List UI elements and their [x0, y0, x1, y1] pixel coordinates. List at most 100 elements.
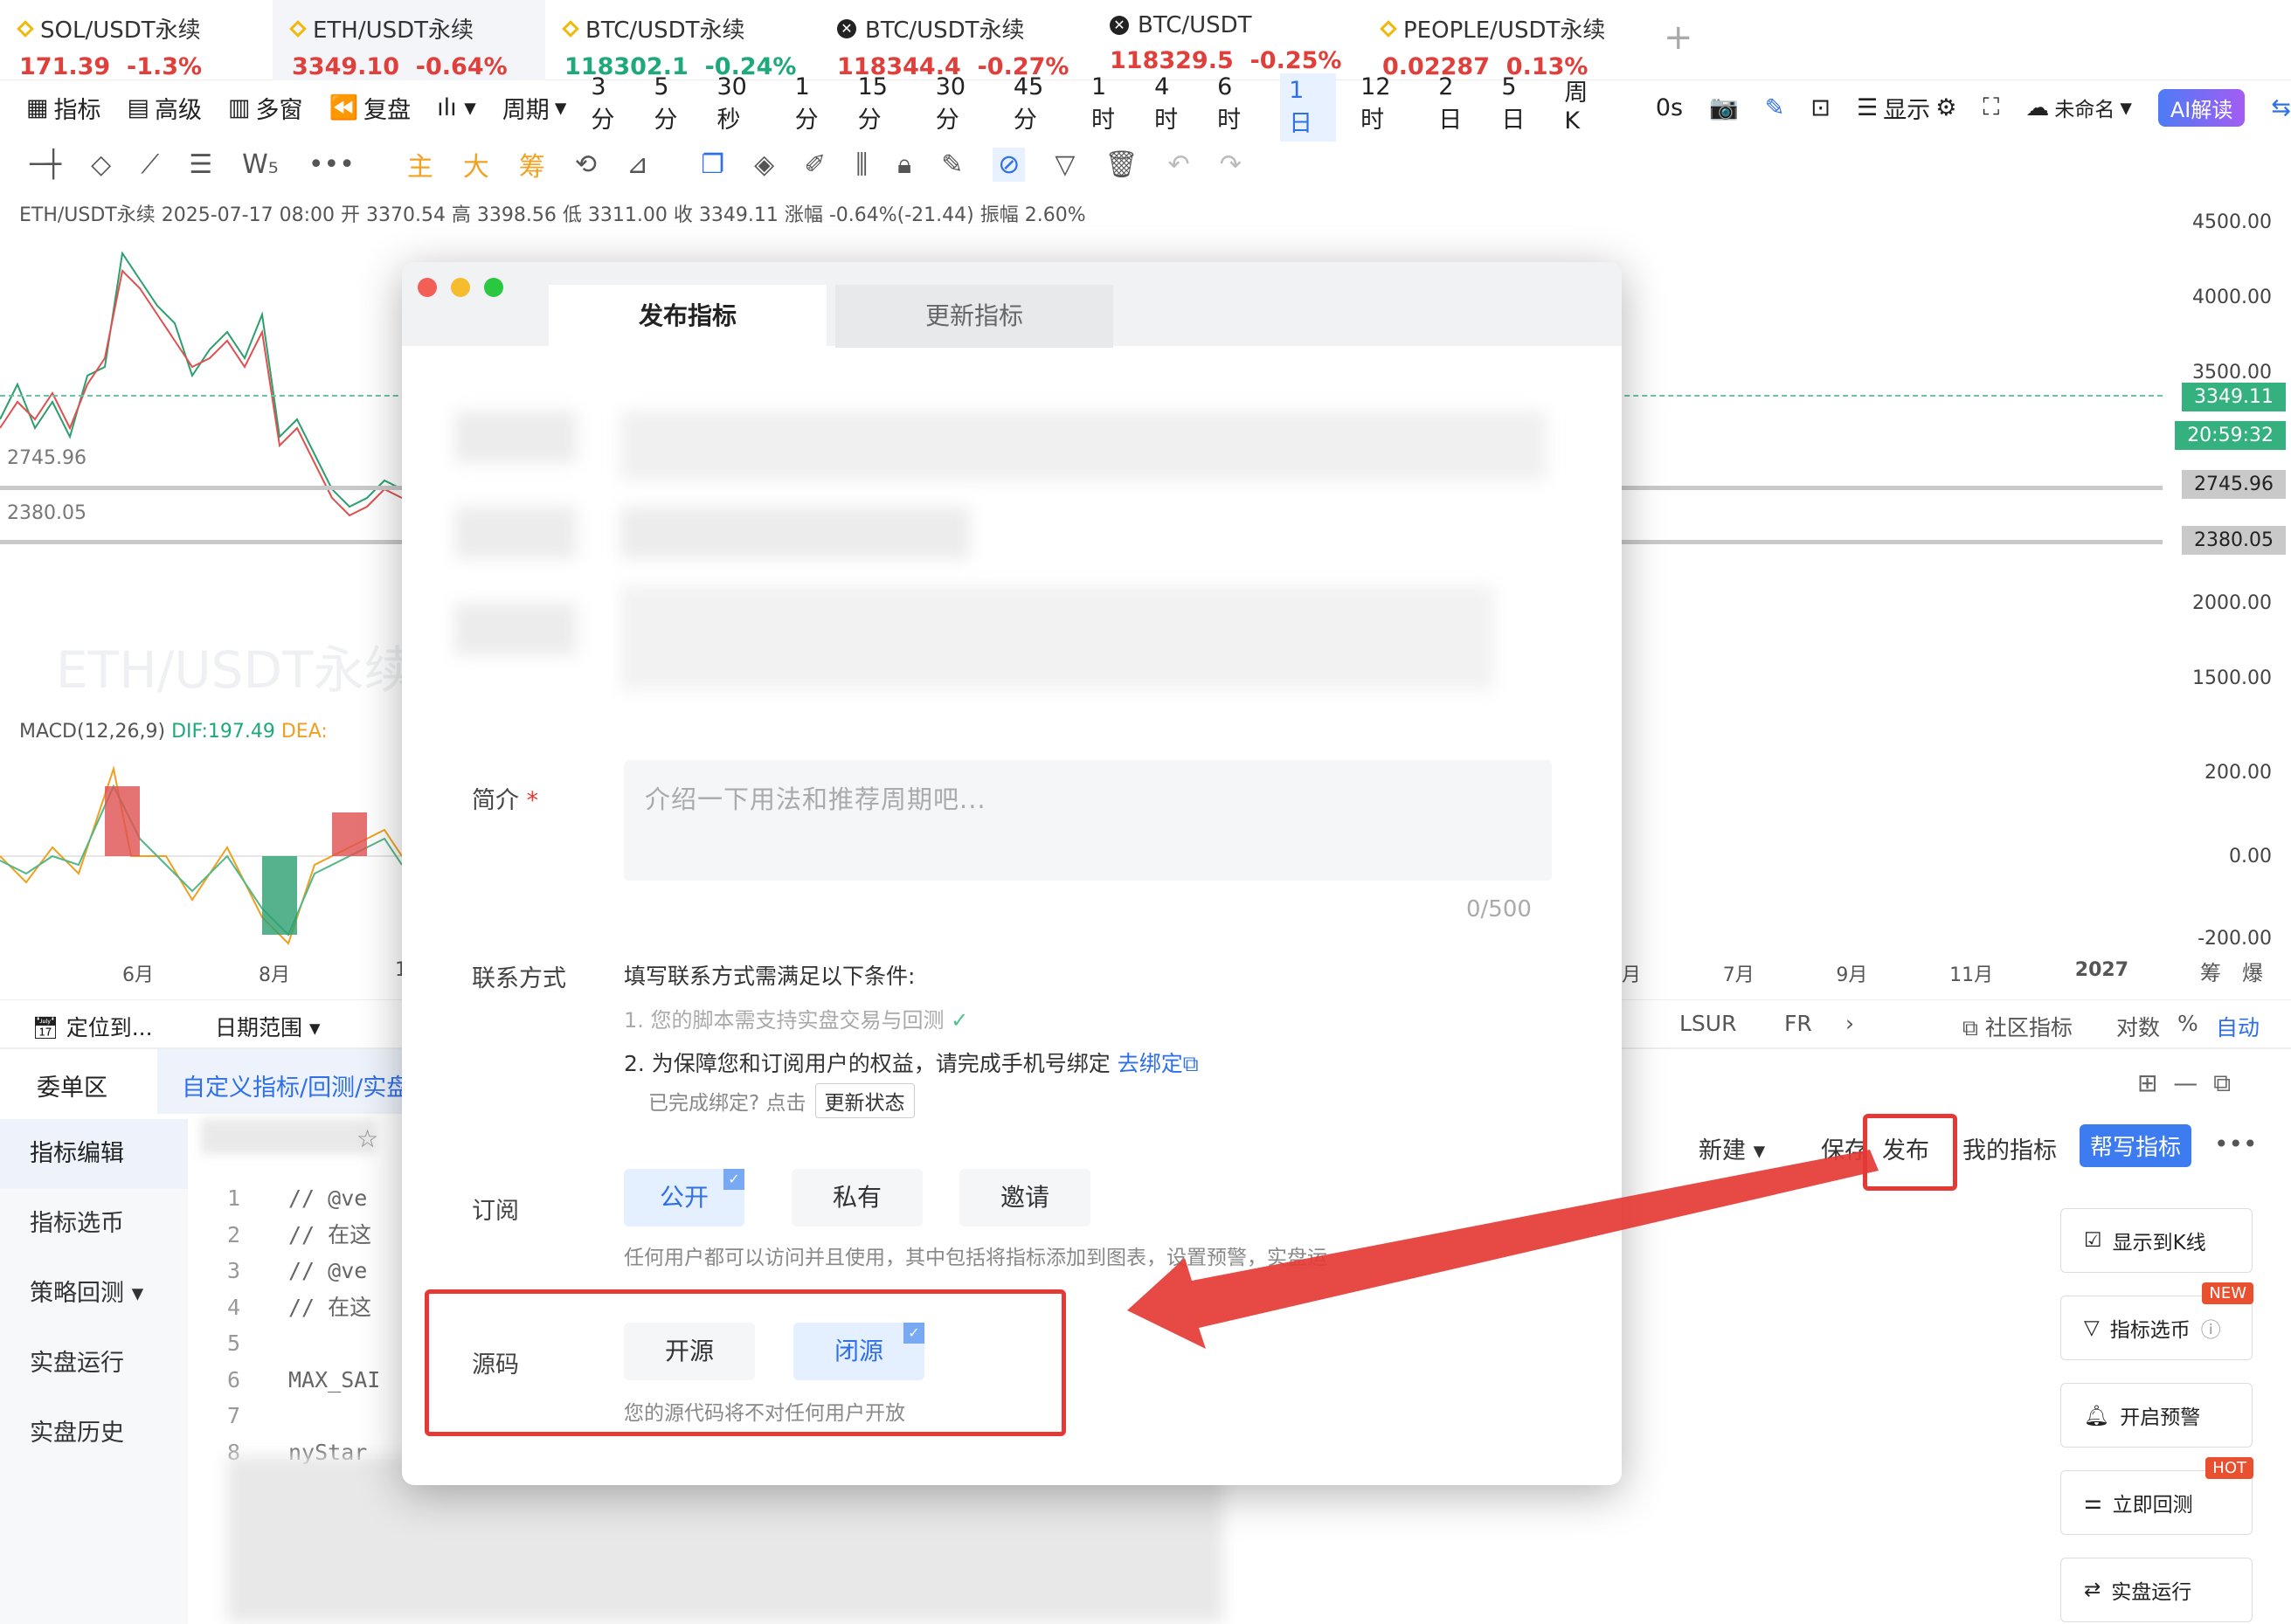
period-6[interactable]: 45分: [1014, 73, 1067, 142]
ticker-tab[interactable]: PEOPLE/USDT永续 0.02287 0.13%: [1363, 0, 1636, 80]
screener-button[interactable]: ▽ 指标选币 ⓘ NEW: [2060, 1282, 2253, 1360]
period-14[interactable]: 周K: [1564, 73, 1603, 142]
fib-icon[interactable]: ☰: [189, 149, 212, 180]
indicators-button[interactable]: ▦ 指标: [26, 91, 101, 125]
help-write-button[interactable]: 帮写指标: [2080, 1124, 2192, 1167]
camera-icon[interactable]: 📷: [1709, 93, 1739, 121]
multi-window-button[interactable]: ▥ 多窗: [228, 91, 303, 125]
intro-textarea[interactable]: 介绍一下用法和推荐周期吧...: [624, 760, 1552, 881]
ticker-tab[interactable]: ✕ BTC/USDT永续 118344.4 -0.27%: [818, 0, 1090, 80]
replay-button[interactable]: ⏪ 复盘: [329, 91, 412, 125]
refresh-status-button[interactable]: 更新状态: [814, 1083, 915, 1118]
code-line[interactable]: 4// 在这: [227, 1289, 380, 1326]
code-line[interactable]: 3// @ve: [227, 1253, 380, 1289]
ticker-tab[interactable]: SOL/USDT永续 171.39 -1.3%: [0, 0, 273, 80]
period-5[interactable]: 30分: [936, 73, 989, 142]
fullscreen-icon[interactable]: ⛶: [1983, 93, 1999, 121]
code-line[interactable]: 7: [227, 1398, 380, 1434]
date-range-dropdown[interactable]: 日期范围 ▾: [215, 1011, 321, 1042]
my-indicators-button[interactable]: 我的指标: [1962, 1131, 2057, 1165]
maximize-icon[interactable]: ⧉: [2213, 1068, 2231, 1097]
period-2[interactable]: 30秒: [716, 73, 770, 142]
minimize-icon[interactable]: —: [2173, 1068, 2198, 1097]
measure-icon[interactable]: ⊿: [626, 149, 648, 180]
eraser-icon[interactable]: ◈: [754, 149, 774, 180]
layout-dropdown[interactable]: ☁ 未命名 ▾: [2025, 93, 2132, 122]
share-icon[interactable]: ⇆: [2271, 94, 2291, 121]
ai-button[interactable]: AI解读: [2157, 88, 2246, 127]
period-0[interactable]: 3分: [591, 73, 629, 142]
ticker-tab[interactable]: ETH/USDT永续 3349.10 -0.64%: [273, 0, 545, 80]
lock-icon[interactable]: 🔒︎: [897, 149, 911, 180]
minimize-dot[interactable]: [451, 278, 470, 297]
code-editor[interactable]: 1// @ve 2// 在这 3// @ve 4// 在这 5 6 MAX_SAI 7 8 nyS…: [227, 1180, 380, 1470]
fr-button[interactable]: FR: [1784, 1011, 1812, 1036]
code-line[interactable]: 5: [227, 1325, 380, 1362]
more-icon[interactable]: •••: [308, 149, 355, 180]
zoom-dot[interactable]: [484, 278, 503, 297]
tab-publish[interactable]: 发布指标: [549, 285, 827, 348]
period-4[interactable]: 15分: [858, 73, 911, 142]
period-8[interactable]: 4时: [1154, 73, 1193, 142]
sidebar-item-screener[interactable]: 指标选币: [0, 1189, 188, 1259]
lsur-button[interactable]: LSUR: [1679, 1011, 1736, 1036]
show-on-kline-button[interactable]: ☑ 显示到K线: [2060, 1208, 2253, 1273]
advanced-button[interactable]: ▤ 高级: [128, 91, 203, 125]
ticker-tab[interactable]: BTC/USDT永续 118302.1 -0.24%: [545, 0, 818, 80]
period-1[interactable]: 5分: [654, 73, 692, 142]
save-button[interactable]: 保存: [1821, 1131, 1868, 1165]
sidebar-item-history[interactable]: 实盘历史: [0, 1399, 188, 1469]
log-toggle[interactable]: 对数: [2116, 1011, 2160, 1042]
sidebar-item-editor[interactable]: 指标编辑: [0, 1119, 188, 1189]
sidebar-item-live[interactable]: 实盘运行: [0, 1329, 188, 1399]
community-indicators-button[interactable]: ⧉ 社区指标: [1962, 1011, 2073, 1042]
pen-icon[interactable]: ✎: [1765, 94, 1785, 121]
close-dot[interactable]: [418, 278, 437, 297]
backtest-button[interactable]: ⚌ 立即回测 HOT: [2060, 1457, 2253, 1535]
code-line[interactable]: 1// @ve: [227, 1180, 380, 1217]
period-11[interactable]: 12时: [1360, 73, 1414, 142]
star-icon[interactable]: ☆: [356, 1124, 378, 1153]
tab-order-area[interactable]: 委单区: [37, 1068, 107, 1102]
frame-icon[interactable]: ⊡: [1810, 94, 1831, 121]
period-13[interactable]: 5日: [1501, 73, 1540, 142]
alert-button[interactable]: 🔔︎ 开启预警: [2060, 1383, 2253, 1448]
redo-icon[interactable]: ↷: [1220, 149, 1242, 180]
period-9[interactable]: 6时: [1217, 73, 1256, 142]
chip-button[interactable]: 筹: [519, 145, 545, 183]
sub-invite-option[interactable]: 邀请: [959, 1169, 1090, 1227]
ticker-tab[interactable]: ✕ BTC/USDT 118329.5 -0.25%: [1090, 0, 1363, 80]
live-run-button[interactable]: ⇄ 实盘运行: [2060, 1558, 2253, 1622]
chevron-right-icon[interactable]: ›: [1845, 1011, 1854, 1036]
chip-toggle[interactable]: 筹: [2200, 956, 2221, 986]
large-order-button[interactable]: 大: [463, 145, 489, 183]
burst-toggle[interactable]: 爆: [2242, 956, 2263, 986]
period-7[interactable]: 1时: [1091, 73, 1130, 142]
add-tab-icon[interactable]: +: [1664, 17, 1693, 58]
sub-public-option[interactable]: 公开 ✓: [624, 1169, 744, 1227]
code-line[interactable]: 6 MAX_SAI: [227, 1362, 380, 1399]
more-icon[interactable]: •••: [2214, 1130, 2258, 1158]
new-dropdown[interactable]: 新建 ▾: [1699, 1131, 1765, 1165]
sub-private-option[interactable]: 私有: [792, 1169, 923, 1227]
period-12[interactable]: 2日: [1438, 73, 1477, 142]
percent-toggle[interactable]: %: [2177, 1011, 2198, 1036]
trend-line-icon[interactable]: ⟋: [141, 149, 159, 180]
auto-toggle[interactable]: 自动: [2216, 1011, 2260, 1042]
copy-icon[interactable]: ❐: [701, 149, 724, 180]
bind-link[interactable]: 去绑定: [1118, 1051, 1183, 1076]
sync-icon[interactable]: ⟲: [575, 149, 597, 180]
note-icon[interactable]: ✎: [941, 149, 963, 180]
filter-icon[interactable]: ▽: [1055, 149, 1075, 180]
period-dropdown[interactable]: 周期 ▾: [502, 91, 567, 125]
undo-icon[interactable]: ↶: [1168, 149, 1190, 180]
expand-icon[interactable]: ⊞: [2137, 1068, 2157, 1097]
brush-icon[interactable]: ✐: [804, 149, 826, 180]
tab-custom-indicators[interactable]: 自定义指标/回测/实盘: [157, 1049, 419, 1114]
sidebar-item-backtest[interactable]: 策略回测 ▾: [0, 1259, 188, 1329]
trash-icon[interactable]: 🗑︎: [1104, 149, 1138, 180]
candle-icon[interactable]: ⫼: [855, 149, 868, 180]
main-overlay-button[interactable]: 主: [407, 145, 433, 183]
display-button[interactable]: ☰ 显示 ⚙: [1857, 91, 1956, 125]
wave-icon[interactable]: W₅: [242, 149, 279, 180]
